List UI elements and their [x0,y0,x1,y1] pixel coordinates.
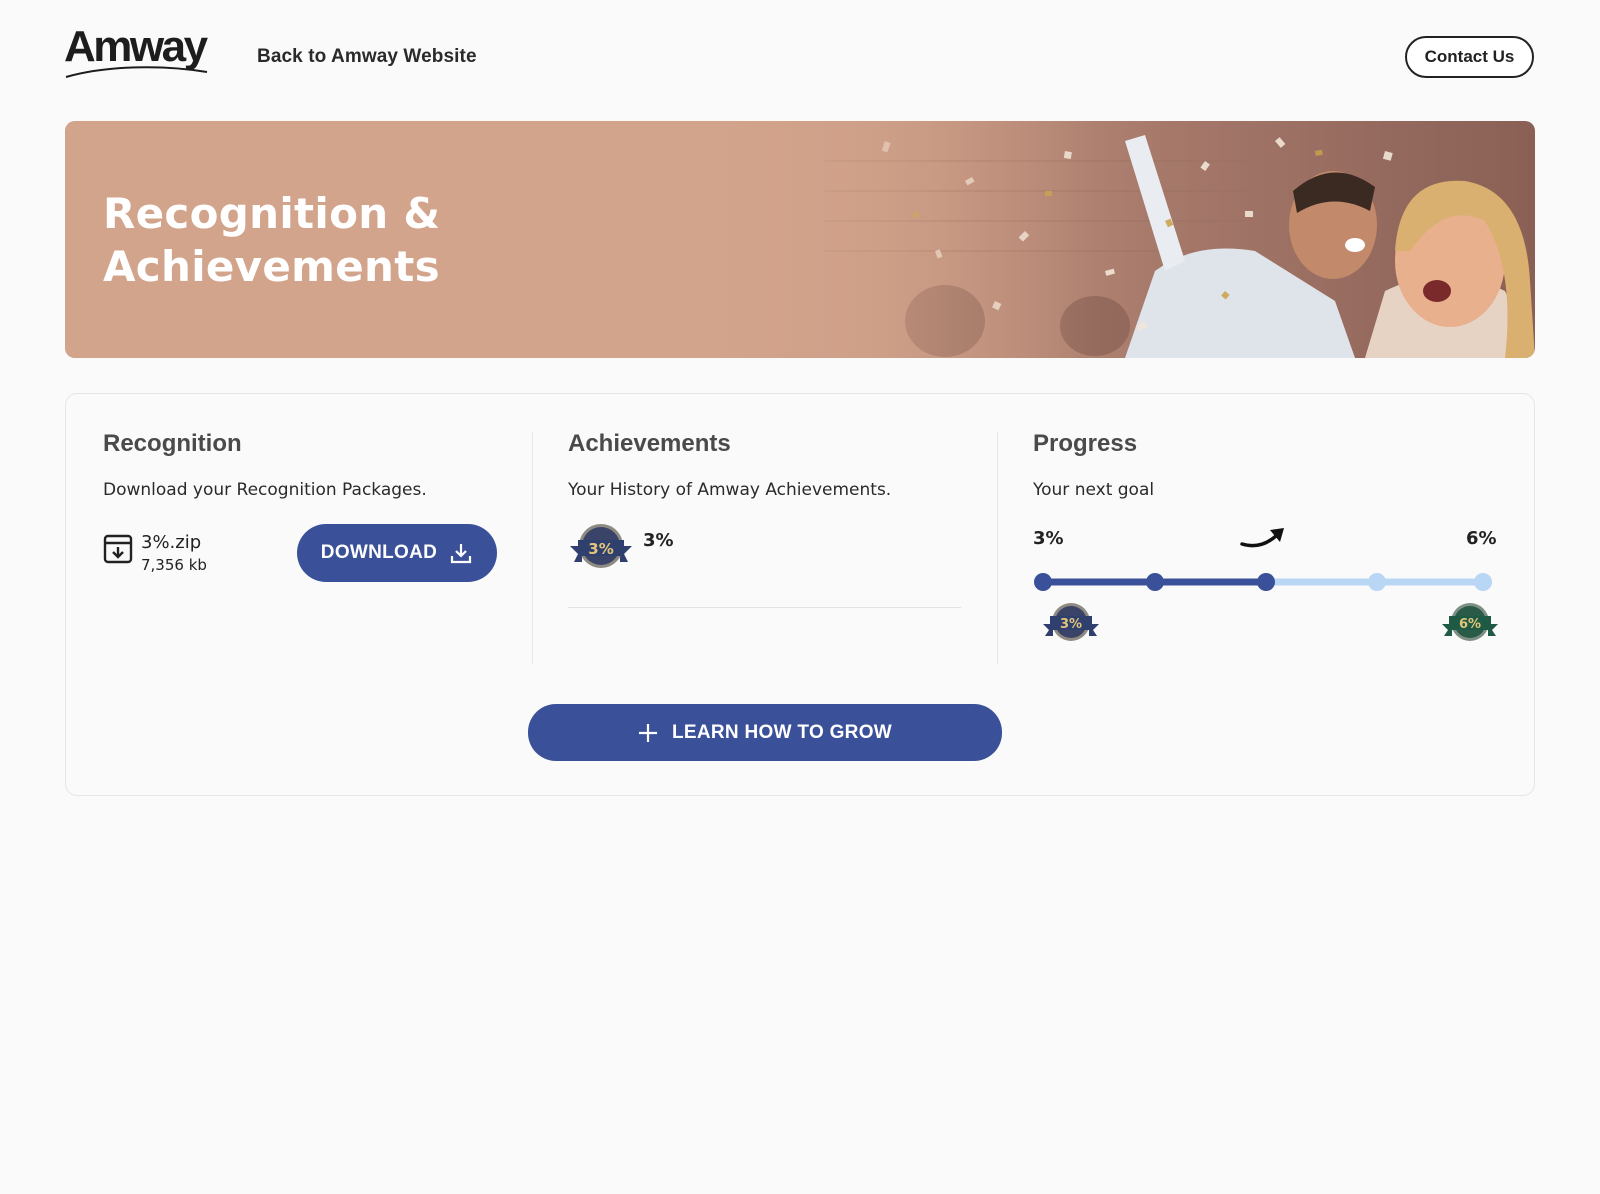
download-icon [451,544,472,564]
progress-end-badge-icon: 6% [1442,603,1498,641]
amway-logo[interactable]: Amway [64,24,209,80]
progress-start-badge-text: 3% [1060,617,1082,632]
download-button[interactable]: DOWNLOAD [297,524,497,582]
achievements-title: Achievements [568,430,731,457]
back-to-website-link[interactable]: Back to Amway Website [257,46,477,68]
site-header: Amway Back to Amway Website Contact Us [0,0,1600,118]
download-button-label: DOWNLOAD [320,542,438,563]
learn-how-to-grow-button[interactable]: LEARN HOW TO GROW [528,704,1002,761]
recognition-title: Recognition [103,430,242,457]
plus-icon [638,723,657,742]
progress-subtitle: Your next goal [1033,480,1155,500]
progress-title: Progress [1033,430,1138,457]
achievement-badge-3-icon: 3% [570,524,632,568]
progress-track [1034,573,1492,591]
progress-end-badge-text: 6% [1459,617,1481,632]
recognition-card: Recognition Download your Recognition Pa… [65,393,1535,796]
progress-start-label: 3% [1033,528,1064,549]
progress-section: Progress Your next goal 3% 6% 3% 6% [997,394,1536,674]
arrow-up-right-icon [1240,528,1284,548]
file-size: 7,356 kb [141,556,207,574]
progress-step-4 [1368,573,1386,591]
progress-start-badge-icon: 3% [1043,603,1099,641]
hero-banner: Recognition & Achievements [65,121,1535,358]
achievement-separator [568,607,961,608]
achievement-label: 3% [643,530,674,551]
achievement-badge-text: 3% [588,540,613,558]
progress-step-1 [1034,573,1052,591]
contact-us-button[interactable]: Contact Us [1405,36,1534,78]
hero-title: Recognition & Achievements [103,189,441,291]
progress-step-3 [1257,573,1275,591]
achievements-section: Achievements Your History of Amway Achie… [532,394,997,674]
archive-download-icon [103,534,133,564]
file-name: 3%.zip [141,532,202,553]
learn-how-to-grow-label: LEARN HOW TO GROW [671,721,893,743]
logo-swoosh-icon [65,66,208,78]
achievements-subtitle: Your History of Amway Achievements. [568,480,892,500]
recognition-subtitle: Download your Recognition Packages. [103,480,427,500]
recognition-section: Recognition Download your Recognition Pa… [66,394,531,674]
progress-step-5 [1474,573,1492,591]
progress-step-2 [1146,573,1164,591]
progress-end-label: 6% [1466,528,1497,549]
